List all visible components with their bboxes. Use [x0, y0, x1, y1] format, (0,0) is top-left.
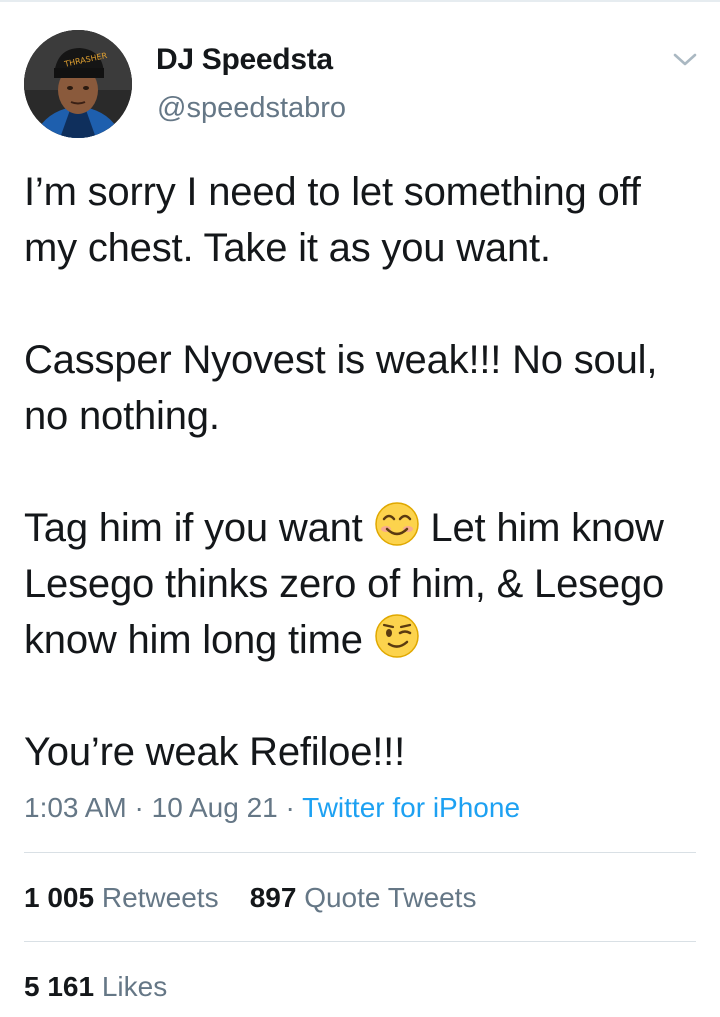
tweet-paragraph: You’re weak Refiloe!!!	[24, 730, 406, 774]
retweets-label: Retweets	[101, 882, 219, 913]
tweet-source-link[interactable]: Twitter for iPhone	[302, 792, 520, 823]
tweet-text: I’m sorry I need to let something off my…	[24, 164, 704, 780]
meta-separator: ·	[126, 792, 152, 823]
divider	[24, 941, 696, 942]
quote-tweets-label: Quote Tweets	[304, 882, 477, 913]
quote-tweets-count: 897	[249, 882, 297, 913]
display-name[interactable]: DJ Speedsta	[156, 42, 333, 78]
likes-label: Likes	[101, 971, 168, 1002]
top-border	[0, 0, 720, 2]
retweets-count: 1 005	[24, 882, 95, 913]
tweet-paragraph: Cassper Nyovest is weak!!! No soul, no n…	[24, 338, 669, 438]
retweets-link[interactable]: 1 005 Retweets	[24, 882, 219, 913]
tweet-time[interactable]: 1:03 AM	[24, 792, 127, 823]
likes-stats: 5 161 Likes	[24, 969, 167, 1005]
winking-face-icon	[374, 614, 419, 658]
profile-photo-icon: THRASHER	[24, 30, 132, 138]
user-handle[interactable]: @speedstabro	[157, 90, 346, 126]
divider	[24, 852, 696, 853]
likes-link[interactable]: 5 161 Likes	[24, 971, 167, 1002]
meta-separator: ·	[277, 792, 303, 823]
smiling-face-icon	[374, 502, 419, 546]
tweet-meta: 1:03 AM · 10 Aug 21 · Twitter for iPhone	[24, 788, 520, 828]
tweet-paragraph: I’m sorry I need to let something off my…	[24, 170, 652, 270]
retweet-stats: 1 005 Retweets 897 Quote Tweets	[24, 880, 476, 916]
quote-tweets-link[interactable]: 897 Quote Tweets	[250, 882, 477, 913]
tweet-paragraph: Tag him if you want Let him know Lesego …	[24, 500, 704, 668]
likes-count: 5 161	[24, 971, 95, 1002]
tweet-date[interactable]: 10 Aug 21	[152, 792, 278, 823]
avatar[interactable]: THRASHER	[24, 30, 132, 138]
chevron-down-icon[interactable]	[670, 48, 700, 72]
tweet-text-segment: Tag him if you want	[24, 506, 374, 550]
